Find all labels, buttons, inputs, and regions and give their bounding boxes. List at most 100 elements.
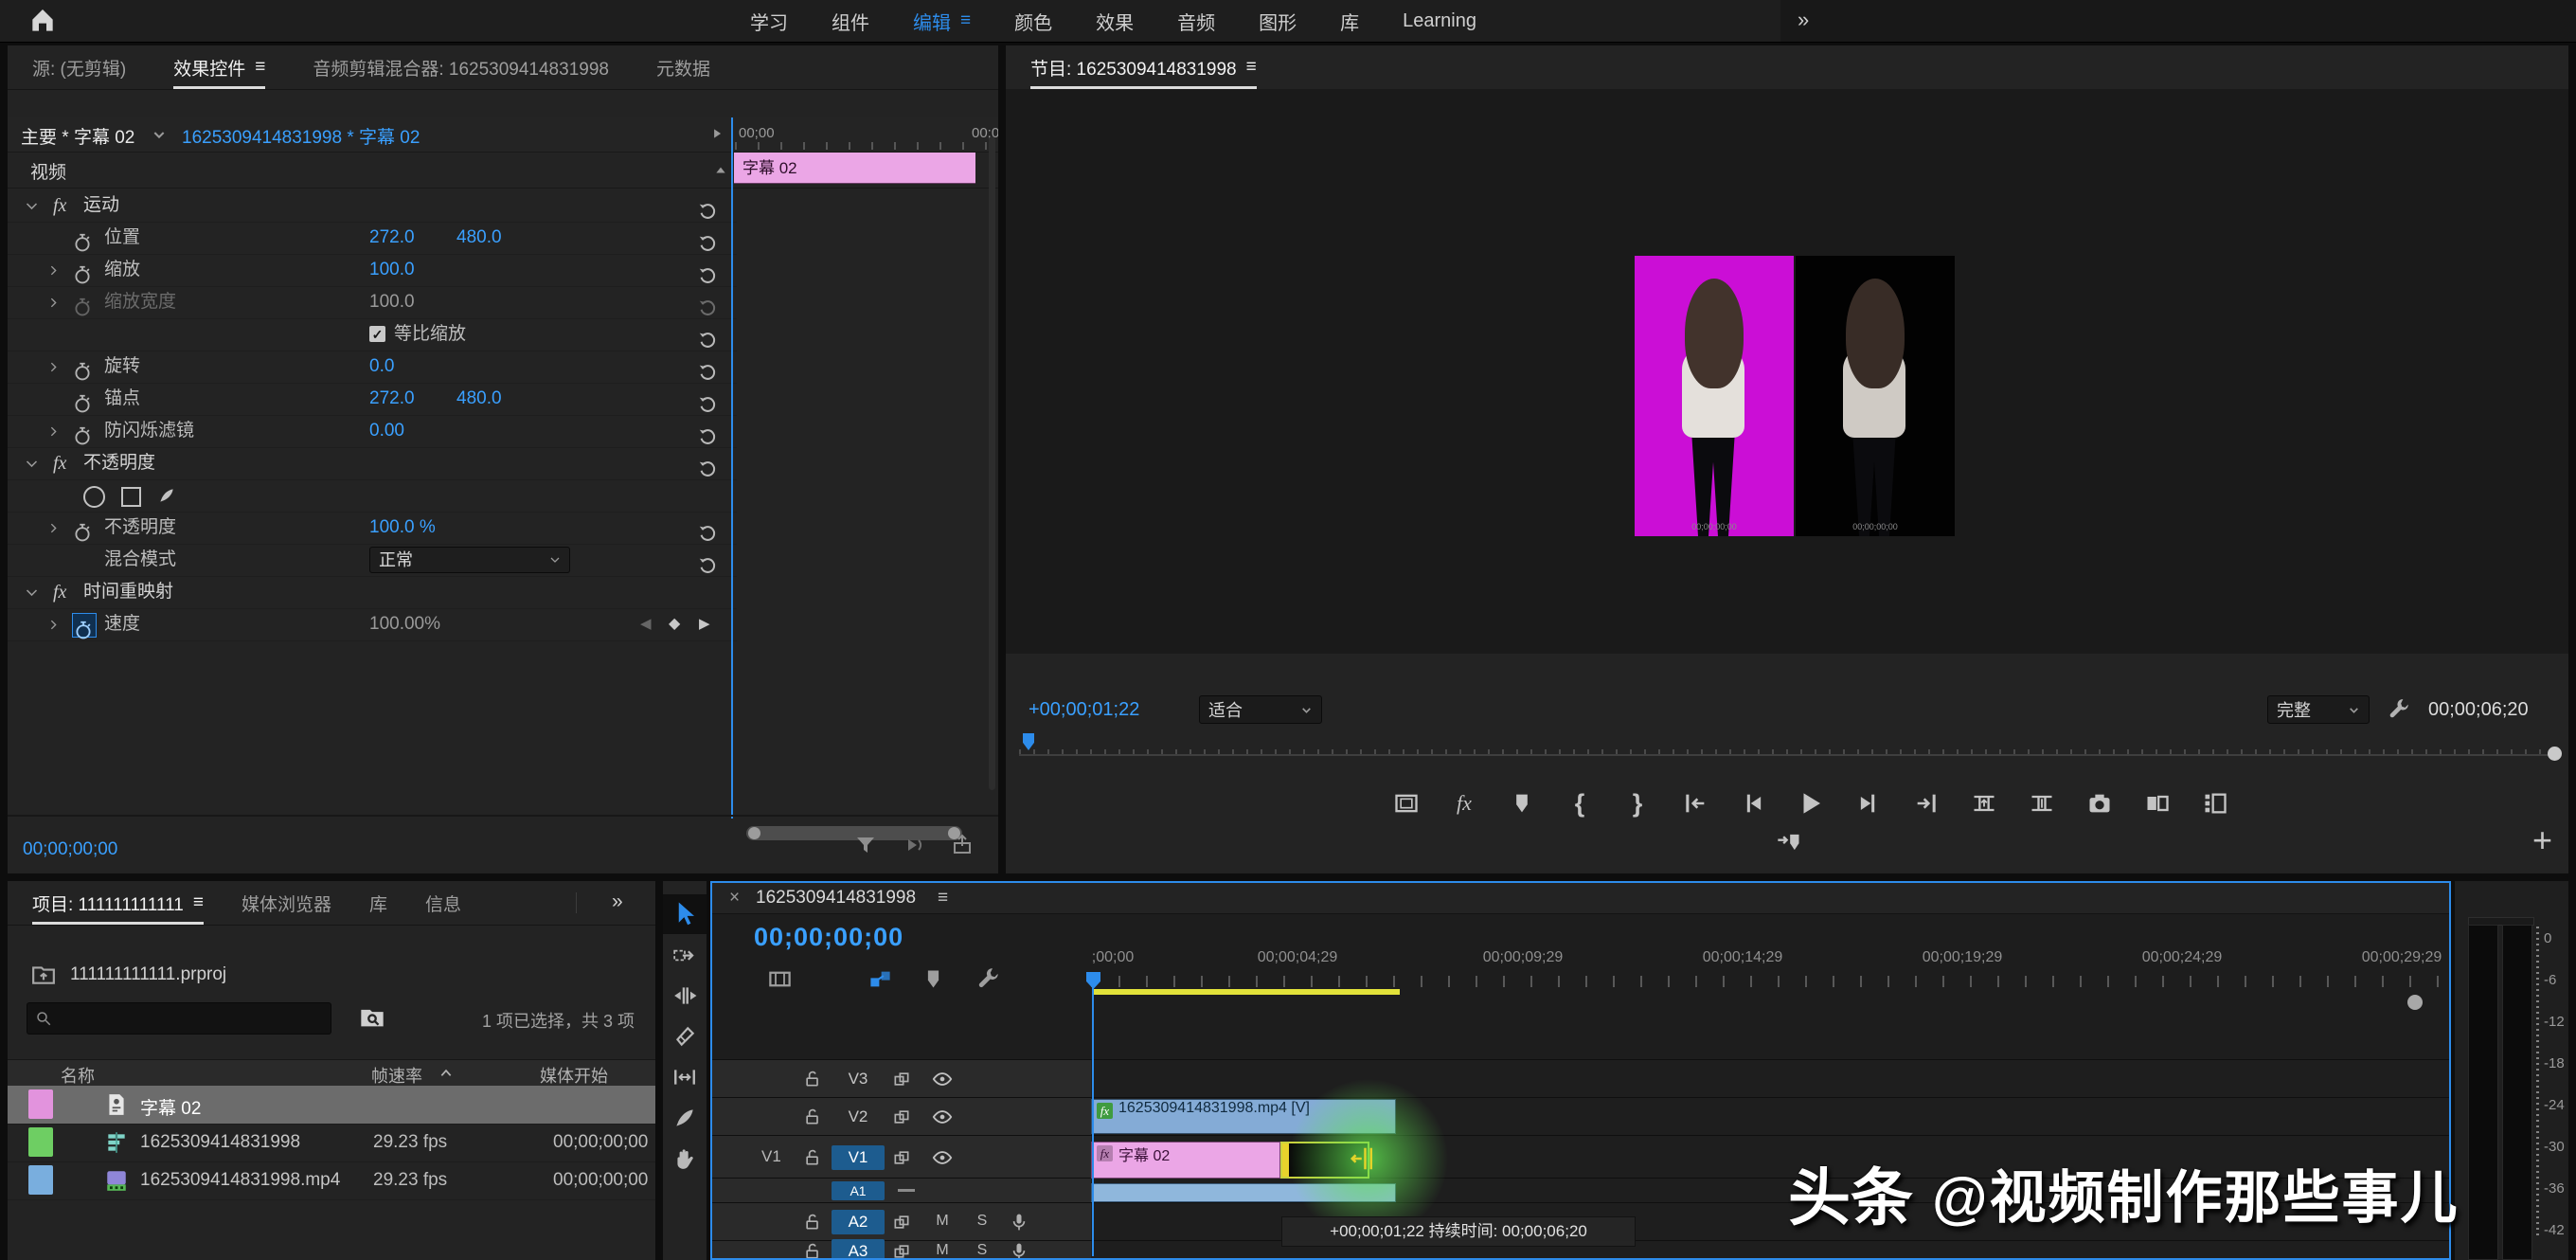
project-breadcrumb[interactable]: 111111111111.prproj <box>8 955 655 997</box>
go-to-in-button[interactable] <box>1681 789 1709 818</box>
linked-selection-button[interactable] <box>868 966 893 992</box>
workspace-overflow-chevron[interactable]: » <box>1798 8 1809 32</box>
uniform-scale-checkbox[interactable]: ✓ <box>369 326 385 342</box>
tab-音频剪辑混合器: 1625309414831998[interactable]: 音频剪辑混合器: 1625309414831998 <box>313 45 609 89</box>
track-name-toggle[interactable]: A1 <box>832 1181 885 1200</box>
workspace-item-学习[interactable]: 学习 <box>750 8 788 35</box>
eye-icon[interactable] <box>932 1107 953 1127</box>
lock-open-icon[interactable] <box>803 1148 822 1167</box>
button-editor-button[interactable] <box>2201 789 2229 818</box>
workspace-item-音频[interactable]: 音频 <box>1177 8 1215 35</box>
mic-icon[interactable] <box>1010 1213 1029 1232</box>
track-name-toggle[interactable]: V1 <box>832 1145 885 1170</box>
tab-媒体浏览器[interactable]: 媒体浏览器 <box>242 881 331 925</box>
panel-menu-icon[interactable]: ≡ <box>193 892 204 913</box>
timeline-playhead-line[interactable] <box>1092 974 1094 1256</box>
program-playhead[interactable] <box>1023 733 1034 750</box>
program-seek-bar[interactable] <box>1019 754 2555 756</box>
property-value[interactable]: 100.0 <box>369 286 415 318</box>
track-select-forward-tool[interactable] <box>663 935 707 975</box>
sync-lock-icon[interactable] <box>892 1242 911 1260</box>
chev-d-icon[interactable] <box>25 585 39 600</box>
sort-ascending-icon[interactable] <box>439 1067 453 1080</box>
chev-r-icon[interactable] <box>47 297 60 309</box>
workspace-item-效果[interactable]: 效果 <box>1096 8 1134 35</box>
reset-parameter-button[interactable] <box>697 323 720 346</box>
reset-parameter-button[interactable] <box>697 516 720 539</box>
toggle-animation-stopwatch[interactable] <box>72 613 97 638</box>
step-back-button[interactable] <box>1739 789 1767 818</box>
search-input[interactable] <box>27 1002 331 1035</box>
toggle-animation-stopwatch[interactable] <box>72 516 95 539</box>
comparison-view-button[interactable] <box>2143 789 2172 818</box>
source-patch-label[interactable]: V1 <box>761 1147 781 1166</box>
track-name-toggle[interactable]: V2 <box>832 1105 885 1129</box>
reset-parameter-button[interactable] <box>697 194 720 217</box>
column-framerate[interactable]: 帧速率 <box>371 1063 422 1088</box>
add-marker-button[interactable] <box>921 966 946 992</box>
export-frame-button[interactable] <box>2085 789 2114 818</box>
mark-out-icon[interactable]: } <box>1623 789 1652 818</box>
timeline-scrollbar-knob[interactable] <box>2407 995 2423 1010</box>
property-value[interactable]: 0.0 <box>369 351 394 383</box>
extract-button[interactable] <box>2028 789 2056 818</box>
snap-button[interactable] <box>816 966 842 992</box>
panel-menu-icon[interactable]: ≡ <box>255 57 265 78</box>
tab-program[interactable]: 节目: 1625309414831998 ≡ <box>1030 45 1257 89</box>
sync-lock-icon[interactable] <box>892 1148 911 1167</box>
go-to-out-button[interactable] <box>1912 789 1941 818</box>
property-value[interactable]: 480.0 <box>456 222 502 254</box>
panel-menu-icon[interactable]: ≡ <box>1246 57 1257 78</box>
arrow-marker-button[interactable] <box>1775 828 1803 856</box>
property-value[interactable]: 272.0 <box>369 222 415 254</box>
property-value[interactable]: 100.00% <box>369 608 440 640</box>
label-color-chip[interactable] <box>28 1165 53 1195</box>
add-marker-button[interactable] <box>1508 789 1536 818</box>
zoom-handle-left[interactable] <box>748 827 760 839</box>
label-color-chip[interactable] <box>28 1089 53 1119</box>
slip-tool[interactable] <box>663 1057 707 1097</box>
home-button[interactable] <box>27 6 59 36</box>
reset-parameter-button[interactable] <box>697 549 720 571</box>
property-value[interactable]: 100.0 <box>369 254 415 286</box>
tab-项目: 111111111111[interactable]: 项目: 111111111111≡ <box>32 881 204 925</box>
eye-icon[interactable] <box>932 1069 953 1089</box>
track-lane[interactable] <box>1091 1060 2449 1097</box>
export-icon[interactable] <box>951 834 974 856</box>
effect-controls-scrollbar[interactable] <box>989 136 995 790</box>
column-media-start[interactable]: 媒体开始 <box>540 1063 608 1088</box>
add-button[interactable]: + <box>2532 820 2552 860</box>
mute-button[interactable]: M <box>932 1242 953 1259</box>
chev-d-icon[interactable] <box>25 199 39 213</box>
toggle-animation-stopwatch[interactable] <box>72 387 95 410</box>
project-overflow-chevron[interactable]: » <box>612 891 623 913</box>
nest-sequence-button[interactable] <box>767 966 793 992</box>
track-name-toggle[interactable]: A3 <box>832 1239 885 1260</box>
eye-icon[interactable] <box>932 1147 953 1168</box>
hand-tool[interactable] <box>663 1139 707 1179</box>
reset-parameter-button[interactable] <box>697 420 720 442</box>
sequence-tab-label[interactable]: 1625309414831998 <box>756 888 916 909</box>
razor-tool[interactable] <box>663 1017 707 1056</box>
workspace-item-库[interactable]: 库 <box>1340 8 1359 35</box>
reset-parameter-button[interactable] <box>697 259 720 281</box>
clip-subtitle[interactable]: fx字幕 02 <box>1091 1142 1280 1179</box>
mark-in-icon[interactable]: { <box>1565 789 1594 818</box>
workspace-item-颜色[interactable]: 颜色 <box>1014 8 1052 35</box>
selection-tool[interactable] <box>663 894 707 934</box>
blend-mode-select[interactable]: 正常 <box>369 547 570 573</box>
reset-parameter-button[interactable] <box>697 387 720 410</box>
chev-r-icon[interactable] <box>47 522 60 534</box>
lift-button[interactable] <box>1970 789 1998 818</box>
sync-lock-icon[interactable] <box>892 1070 911 1089</box>
property-value[interactable]: 272.0 <box>369 383 415 415</box>
ripple-edit-tool[interactable] <box>663 976 707 1016</box>
sync-lock-icon[interactable] <box>892 1213 911 1232</box>
tab-元数据[interactable]: 元数据 <box>656 45 710 89</box>
mini-timeline-clip[interactable]: 字幕 02 <box>734 153 975 184</box>
project-item-row[interactable]: 字幕 02 <box>8 1086 655 1125</box>
linked-clip-label[interactable]: 1625309414831998 * 字幕 02 <box>182 123 420 149</box>
tab-源: (无剪辑)[interactable]: 源: (无剪辑) <box>32 45 126 89</box>
chev-d-icon[interactable] <box>25 457 39 471</box>
toggle-animation-stopwatch[interactable] <box>72 226 95 249</box>
